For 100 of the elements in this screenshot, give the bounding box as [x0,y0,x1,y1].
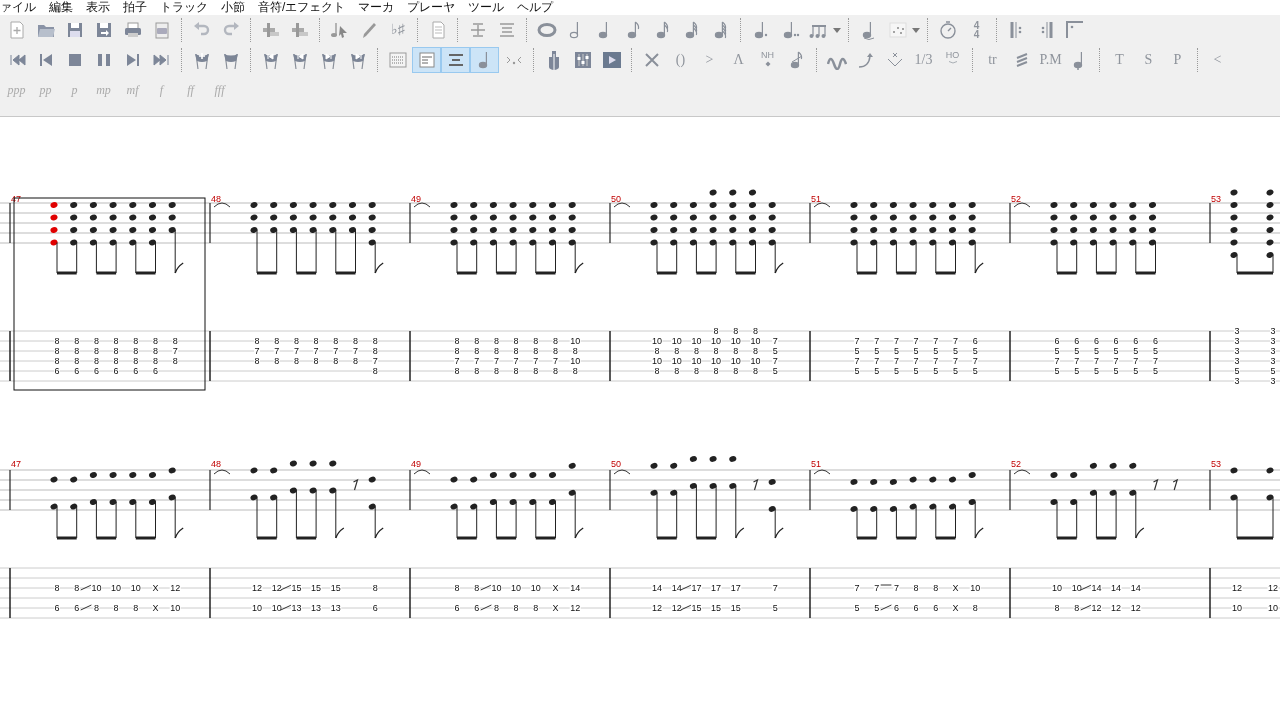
fret-number: 5 [1074,346,1080,357]
menu-item[interactable]: 音符/エフェクト [258,0,346,14]
measure-number: 48 [211,459,221,469]
fret-number: 7 [772,336,778,347]
menu-item[interactable]: マーカ [358,0,395,14]
fret-number: 17 [711,583,722,594]
toolbar-button[interactable]: P [1163,47,1192,73]
fret-number: 8 [54,336,60,347]
fret-number: 12 [252,583,262,594]
measure-number: 50 [611,459,621,469]
fret-number: 15 [730,603,741,614]
fret-number: 7 [893,583,899,594]
fret-number: 8 [474,583,480,594]
dynamic-button[interactable]: ff [176,77,205,103]
fret-number: 5 [874,346,880,357]
toolbar-button[interactable]: < [1203,47,1232,73]
fret-number: 3 [1234,346,1240,357]
fret-number: 7 [513,356,519,367]
fret-number: 7 [254,346,260,357]
dynamic-button[interactable]: mp [89,77,118,103]
fret-number: 8 [513,366,519,377]
fret-number: 10 [652,356,662,367]
fret-number: 7 [1113,356,1119,367]
fret-number: 8 [753,366,758,377]
caret-icon[interactable] [833,27,841,33]
menu-item[interactable]: ヘルプ [517,0,554,14]
toolbar-button[interactable]: Λ [724,47,753,73]
fret-number: 8 [113,336,119,347]
fret-number: 12 [652,603,662,614]
toolbar-button[interactable]: NH [753,47,782,73]
fret-number: 8 [733,346,739,357]
mixer-icon [572,50,593,70]
fret-number: 7 [953,336,958,347]
toolbar-button[interactable]: > [695,47,724,73]
toolbar-button[interactable]: () [666,47,695,73]
fret-number: 7 [893,356,899,367]
fret-number: 6 [1153,336,1158,347]
menu-item[interactable]: 拍子 [123,0,147,14]
score-grid-icon [387,50,408,70]
dynamic-button[interactable]: p [60,77,89,103]
fret-number: 8 [733,326,739,337]
toolbar-button[interactable]: HO [938,47,967,73]
fret-number: 10 [1232,603,1242,614]
fret-number: 7 [893,336,899,347]
fret-number: 8 [933,583,939,594]
toolbar-button[interactable]: S [1134,47,1163,73]
fret-number: 7 [913,356,919,367]
fret-number: 8 [654,366,660,377]
toolbar-button[interactable]: tr [978,47,1007,73]
fret-number: 8 [153,346,158,357]
fret-number: 8 [1054,603,1060,614]
toolbar-button[interactable]: P.M [1036,47,1065,73]
time-signature-button[interactable]: 4 4 [962,17,991,43]
menu-item[interactable]: ァイル [0,0,36,14]
fret-number: 8 [713,346,719,357]
fret-number: 8 [553,366,558,377]
stopwatch-icon [937,20,958,40]
menu-item[interactable]: プレーヤ [407,0,456,14]
fret-number: 6 [1093,336,1099,347]
fret-number: 10 [970,583,981,594]
dynamic-button[interactable]: f [147,77,176,103]
fret-number: 7 [493,356,499,367]
toolbar-button[interactable]: T [1105,47,1134,73]
menu-item[interactable]: トラック [160,0,208,14]
fret-number: 12 [1232,583,1242,594]
fret-number: 10 [511,583,522,594]
dynamic-button[interactable]: fff [205,77,234,103]
measure-number: 47 [11,194,21,204]
caret-icon[interactable] [912,27,920,33]
fret-number: 8 [972,603,978,614]
fret-number: 8 [113,603,119,614]
fret-number: 8 [333,336,339,347]
fret-number: 6 [113,366,119,377]
toolbar-button[interactable]: 1/3 [909,47,938,73]
dynamic-button[interactable]: ppp [2,77,31,103]
menu-item[interactable]: 表示 [86,0,110,14]
fret-number: 7 [1074,356,1080,367]
fret-number: 5 [1113,346,1119,357]
fret-number: 8 [113,346,119,357]
fret-number: 5 [1113,366,1119,377]
menu-item[interactable]: ツール [468,0,505,14]
fret-number: 6 [933,603,939,614]
toolbar-button[interactable]: ♭♯ [383,17,412,43]
toolbar-button[interactable] [412,47,441,73]
menu-item[interactable]: 小節 [221,0,245,14]
fret-number: 8 [713,366,719,377]
fret-number: 10 [130,583,141,594]
fret-number: 7 [333,346,339,357]
fret-number: 7 [874,356,880,367]
menu-item[interactable]: 編集 [49,0,73,14]
measure-number: 50 [611,194,621,204]
toolbar-button[interactable] [470,47,499,73]
fret-number: 8 [74,346,80,357]
fret-number: 10 [750,356,761,367]
fret-number: 8 [454,583,460,594]
dynamic-button[interactable]: mf [118,77,147,103]
fret-number: 8 [493,366,499,377]
toolbar-button[interactable] [441,47,470,73]
dynamic-button[interactable]: pp [31,77,60,103]
fret-number: 8 [54,356,60,367]
